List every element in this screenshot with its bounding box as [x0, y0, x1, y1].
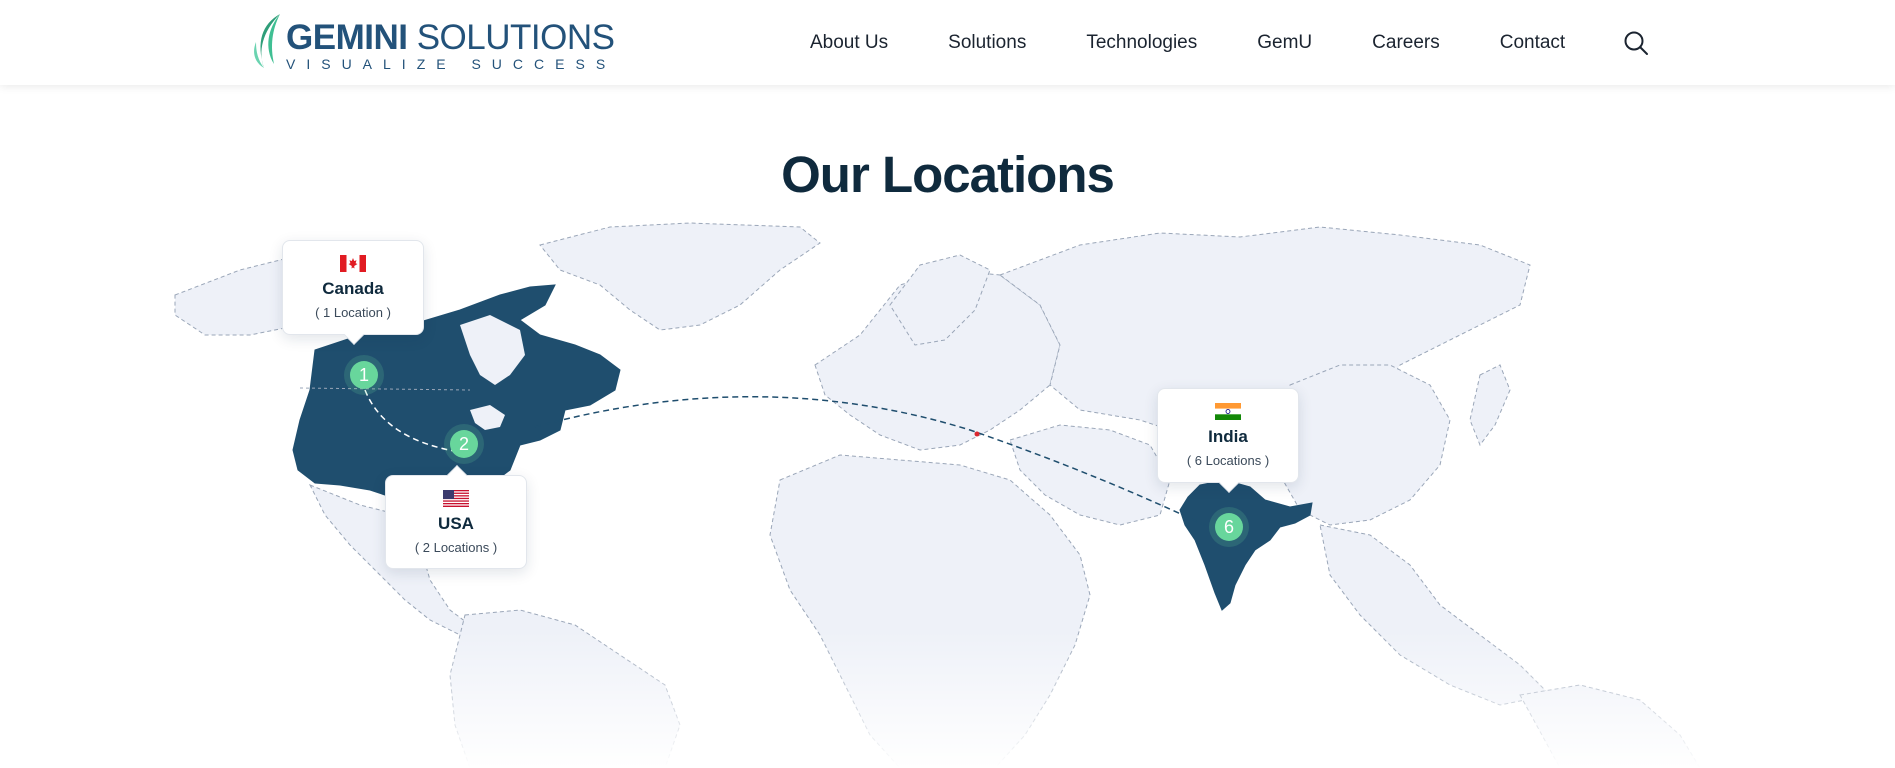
- brand-logo[interactable]: GEMINI SOLUTIONS VISUALIZE SUCCESS: [250, 12, 615, 74]
- pin-usa[interactable]: 2: [450, 430, 478, 458]
- main-nav: About Us Solutions Technologies GemU Car…: [810, 30, 1649, 56]
- location-country: Canada: [322, 279, 384, 298]
- location-card-canada[interactable]: Canada ( 1 Location ): [282, 240, 424, 345]
- brand-name: GEMINI SOLUTIONS: [286, 18, 615, 57]
- logo-leaf-icon: [254, 14, 280, 68]
- canada-flag-icon: [340, 255, 366, 272]
- location-count: ( 1 Location ): [315, 305, 391, 320]
- location-card-india[interactable]: India ( 6 Locations ): [1157, 388, 1299, 493]
- nav-item-careers[interactable]: Careers: [1372, 30, 1440, 56]
- india-flag-icon: [1215, 403, 1241, 420]
- brand-tagline: VISUALIZE SUCCESS: [286, 56, 617, 72]
- nav-item-gemu[interactable]: GemU: [1257, 30, 1312, 56]
- location-country: India: [1208, 427, 1248, 446]
- pin-india[interactable]: 6: [1215, 513, 1243, 541]
- pin-canada[interactable]: 1: [350, 361, 378, 389]
- location-count: ( 2 Locations ): [414, 540, 498, 555]
- location-count: ( 6 Locations ): [1186, 453, 1270, 468]
- site-header: GEMINI SOLUTIONS VISUALIZE SUCCESS About…: [0, 0, 1895, 85]
- location-country: USA: [438, 514, 474, 533]
- nav-item-contact[interactable]: Contact: [1500, 30, 1565, 56]
- usa-flag-icon: [443, 490, 469, 507]
- search-icon[interactable]: [1623, 30, 1649, 56]
- location-card-usa[interactable]: USA ( 2 Locations ): [385, 465, 527, 569]
- nav-item-about-us[interactable]: About Us: [810, 30, 888, 56]
- nav-item-technologies[interactable]: Technologies: [1086, 30, 1197, 56]
- page-title: Our Locations: [781, 146, 1115, 203]
- nav-item-solutions[interactable]: Solutions: [948, 30, 1026, 56]
